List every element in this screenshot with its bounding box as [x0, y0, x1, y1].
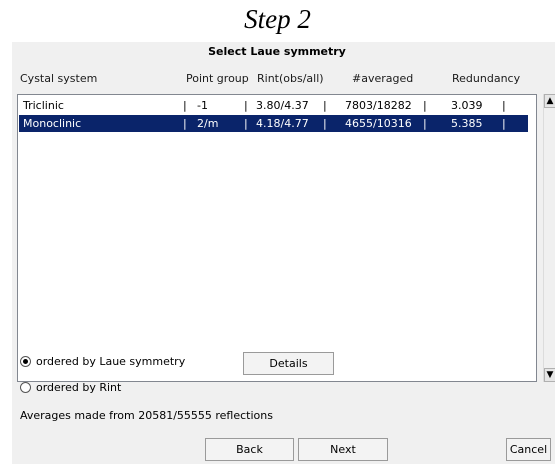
header-averaged: #averaged: [352, 72, 414, 85]
dialog-title: Select Laue symmetry: [208, 45, 346, 58]
order-by-rint-label[interactable]: ordered by Rint: [36, 381, 121, 394]
header-redundancy: Redundancy: [452, 72, 521, 85]
laue-symmetry-list[interactable]: Triclinic | -1 | 3.80/4.37 | 7803/18282 …: [17, 94, 537, 382]
column-separator: |: [323, 99, 327, 112]
cancel-button[interactable]: Cancel: [506, 438, 551, 461]
details-button[interactable]: Details: [243, 352, 334, 375]
cell-point-group: 2/m: [197, 117, 219, 130]
column-separator: |: [244, 99, 248, 112]
header-rint: Rint(obs/all): [257, 72, 324, 85]
back-button[interactable]: Back: [205, 438, 294, 461]
column-separator: |: [183, 117, 187, 130]
cell-crystal-system: Triclinic: [23, 99, 64, 112]
laue-symmetry-dialog: Select Laue symmetry Cystal system Point…: [12, 42, 555, 464]
column-separator: |: [502, 99, 506, 112]
scroll-up-icon[interactable]: ▲: [544, 94, 555, 108]
averages-info: Averages made from 20581/55555 reflectio…: [20, 409, 273, 422]
cell-crystal-system: Monoclinic: [23, 117, 82, 130]
radio-unchecked-icon[interactable]: [20, 382, 31, 393]
step-title: Step 2: [244, 4, 311, 34]
cell-rint: 3.80/4.37: [256, 99, 309, 112]
column-separator: |: [502, 117, 506, 130]
column-separator: |: [423, 99, 427, 112]
header-point-group: Point group: [186, 72, 249, 85]
column-separator: |: [244, 117, 248, 130]
cell-redundancy: 3.039: [451, 99, 483, 112]
cell-rint: 4.18/4.77: [256, 117, 309, 130]
column-separator: |: [323, 117, 327, 130]
scroll-down-icon[interactable]: ▼: [544, 368, 555, 382]
table-row-selected[interactable]: Monoclinic | 2/m | 4.18/4.77 | 4655/1031…: [19, 115, 528, 132]
header-crystal-system: Cystal system: [20, 72, 98, 85]
column-separator: |: [183, 99, 187, 112]
cell-point-group: -1: [197, 99, 208, 112]
order-by-laue-label[interactable]: ordered by Laue symmetry: [36, 355, 185, 368]
order-by-laue-radio[interactable]: ordered by Laue symmetry: [20, 355, 185, 368]
order-by-rint-radio[interactable]: ordered by Rint: [20, 381, 121, 394]
table-row[interactable]: Triclinic | -1 | 3.80/4.37 | 7803/18282 …: [19, 97, 528, 114]
column-separator: |: [423, 117, 427, 130]
cell-averaged: 4655/10316: [345, 117, 412, 130]
next-button[interactable]: Next: [298, 438, 388, 461]
list-scrollbar[interactable]: ▲ ▼: [543, 94, 555, 382]
radio-checked-icon[interactable]: [20, 356, 31, 367]
cell-averaged: 7803/18282: [345, 99, 412, 112]
cell-redundancy: 5.385: [451, 117, 483, 130]
